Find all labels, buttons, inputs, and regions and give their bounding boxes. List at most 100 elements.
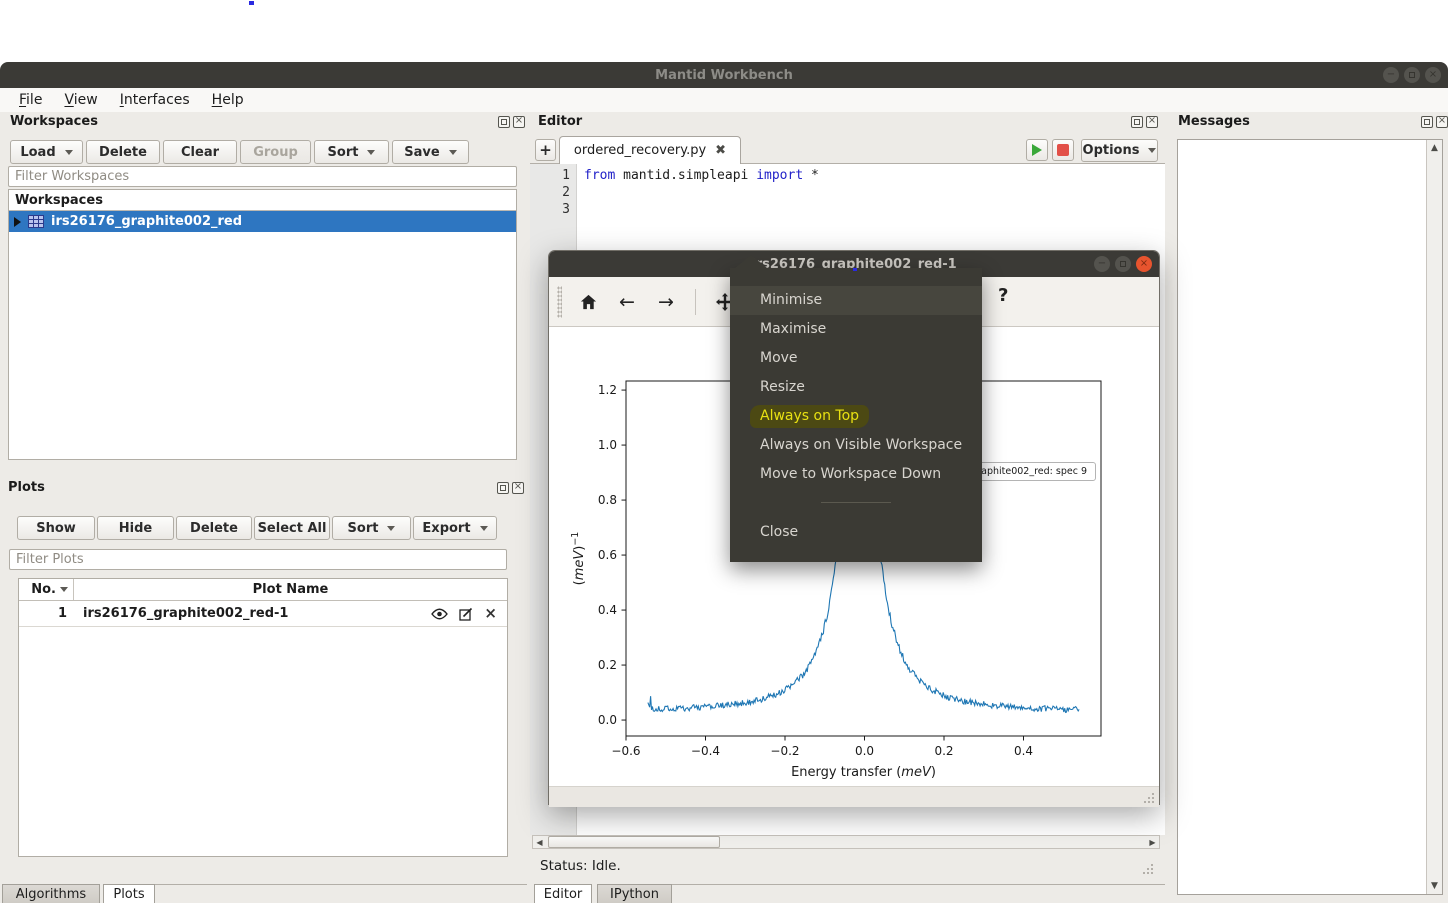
forward-icon[interactable]: → [653, 289, 679, 315]
scroll-up-icon[interactable]: ▲ [1427, 140, 1443, 156]
workspaces-sort-button[interactable]: Sort [314, 140, 389, 164]
close-button[interactable]: × [1425, 67, 1441, 83]
svg-text:1.2: 1.2 [598, 383, 617, 397]
new-tab-button[interactable]: + [535, 139, 556, 161]
button-label: Hide [119, 521, 152, 536]
plots-table: No. Plot Name 1irs26176_graphite002_red-… [18, 578, 508, 857]
maximize-button[interactable] [1404, 67, 1420, 83]
editor-float-icon[interactable] [1131, 116, 1143, 128]
plots-hide-button[interactable]: Hide [97, 516, 174, 540]
plot-window-statusbar [549, 786, 1159, 807]
workspace-item[interactable]: irs26176_graphite002_red [9, 211, 516, 232]
svg-text:−0.2: −0.2 [770, 744, 799, 758]
plots-column-no[interactable]: No. [19, 579, 74, 600]
menu-item-help[interactable]: Help [203, 90, 253, 110]
svg-text:(meV)−1: (meV)−1 [570, 532, 587, 586]
button-label: Select All [258, 521, 327, 536]
plot-minimize-button[interactable]: − [1094, 256, 1110, 272]
plots-float-icon[interactable] [497, 482, 509, 494]
tabbar-baseline [672, 884, 1165, 885]
context-menu-item-minimise[interactable]: Minimise [730, 286, 982, 315]
tab-ordered-recovery[interactable]: ordered_recovery.py ✖ [559, 136, 741, 164]
resize-grip[interactable] [1143, 862, 1155, 874]
plot-maximize-button[interactable] [1115, 256, 1131, 272]
edit-icon[interactable] [459, 607, 473, 621]
context-menu-item-move[interactable]: Move [730, 344, 982, 373]
sort-arrow-icon [60, 587, 68, 592]
plots-delete-button[interactable]: Delete [176, 516, 252, 540]
context-menu-item-always-on-top[interactable]: Always on Top [730, 402, 982, 431]
plots-panel-title: Plots [8, 480, 45, 495]
options-button[interactable]: Options [1081, 139, 1158, 162]
workspaces-float-icon[interactable] [498, 116, 510, 128]
workspaces-save-button[interactable]: Save [392, 140, 469, 164]
plots-close-icon[interactable] [512, 482, 524, 494]
bottom-plots-tab[interactable]: Plots [103, 884, 155, 903]
plots-filter-input[interactable] [9, 549, 507, 570]
close-icon[interactable]: × [484, 606, 497, 621]
scroll-left-icon[interactable]: ◀ [533, 836, 546, 848]
code-line: from mantid.simpleapi import * [584, 167, 819, 184]
workspaces-delete-button[interactable]: Delete [86, 140, 160, 164]
workspaces-list-header: Workspaces [9, 190, 516, 211]
plots-show-button[interactable]: Show [17, 516, 95, 540]
messages-float-icon[interactable] [1421, 116, 1433, 128]
tab-label: ordered_recovery.py [574, 143, 706, 158]
plot-close-button[interactable]: × [1136, 256, 1152, 272]
back-icon[interactable]: ← [614, 289, 640, 315]
plots-column-name[interactable]: Plot Name [74, 582, 507, 597]
button-label: Save [404, 145, 439, 160]
run-button[interactable] [1026, 139, 1048, 161]
messages-close-icon[interactable] [1436, 116, 1448, 128]
context-menu-item-always-on-visible-workspace[interactable]: Always on Visible Workspace [730, 431, 982, 460]
code-line [584, 201, 819, 218]
plots-sort-button[interactable]: Sort [332, 516, 411, 540]
plots-select-all-button[interactable]: Select All [254, 516, 330, 540]
plots-export-button[interactable]: Export [413, 516, 497, 540]
table-row[interactable]: 1irs26176_graphite002_red-1× [19, 601, 507, 627]
context-menu-item-resize[interactable]: Resize [730, 373, 982, 402]
context-menu-item-maximise[interactable]: Maximise [730, 315, 982, 344]
resize-grip[interactable] [1144, 791, 1156, 803]
messages-scrollbar[interactable]: ▲ ▼ [1426, 140, 1442, 894]
svg-text:−0.6: −0.6 [611, 744, 640, 758]
bottom-algorithms-tab[interactable]: Algorithms [2, 884, 100, 903]
messages-panel-title: Messages [1178, 114, 1250, 129]
editor-panel-title: Editor [538, 114, 582, 129]
help-icon[interactable]: ? [998, 285, 1008, 306]
toolbar-grip[interactable] [557, 286, 562, 318]
editor-close-icon[interactable] [1146, 116, 1158, 128]
stop-button[interactable] [1052, 139, 1074, 161]
workspaces-filter-input[interactable] [8, 166, 517, 187]
scrollbar-thumb[interactable] [548, 836, 720, 848]
tab-close-icon[interactable]: ✖ [715, 143, 726, 158]
svg-text:0.0: 0.0 [598, 713, 617, 727]
svg-text:0.4: 0.4 [598, 603, 617, 617]
workspaces-toolbar: LoadDeleteClearGroupSort Save [10, 140, 469, 164]
menu-item-view[interactable]: View [55, 90, 106, 110]
chevron-down-icon [367, 150, 375, 155]
console-editor-tab[interactable]: Editor [534, 884, 592, 903]
scroll-right-icon[interactable]: ▶ [1146, 836, 1159, 848]
line-number: 3 [530, 201, 576, 218]
expand-arrow-icon[interactable] [14, 217, 21, 227]
eye-icon[interactable] [431, 608, 448, 620]
menu-item-file[interactable]: File [10, 90, 51, 110]
chevron-down-icon [1148, 148, 1156, 153]
line-number: 2 [530, 184, 576, 201]
window-context-menu: MinimiseMaximiseMoveResizeAlways on TopA… [730, 268, 982, 562]
home-icon[interactable] [575, 289, 601, 315]
menu-item-interfaces[interactable]: Interfaces [111, 90, 199, 110]
minimize-button[interactable]: − [1383, 67, 1399, 83]
editor-hscrollbar[interactable]: ◀ ▶ [532, 835, 1160, 849]
console-ipython-tab[interactable]: IPython [597, 884, 672, 903]
context-menu-item-close[interactable]: Close [730, 518, 982, 547]
workspaces-load-button[interactable]: Load [10, 140, 83, 164]
workspaces-clear-button[interactable]: Clear [163, 140, 237, 164]
stray-dot [249, 1, 254, 5]
scroll-down-icon[interactable]: ▼ [1427, 878, 1443, 894]
workspaces-group-button[interactable]: Group [240, 140, 311, 164]
context-menu-item-move-to-workspace-down[interactable]: Move to Workspace Down [730, 460, 982, 489]
window-title: Mantid Workbench [655, 68, 793, 83]
workspaces-close-icon[interactable] [513, 116, 525, 128]
